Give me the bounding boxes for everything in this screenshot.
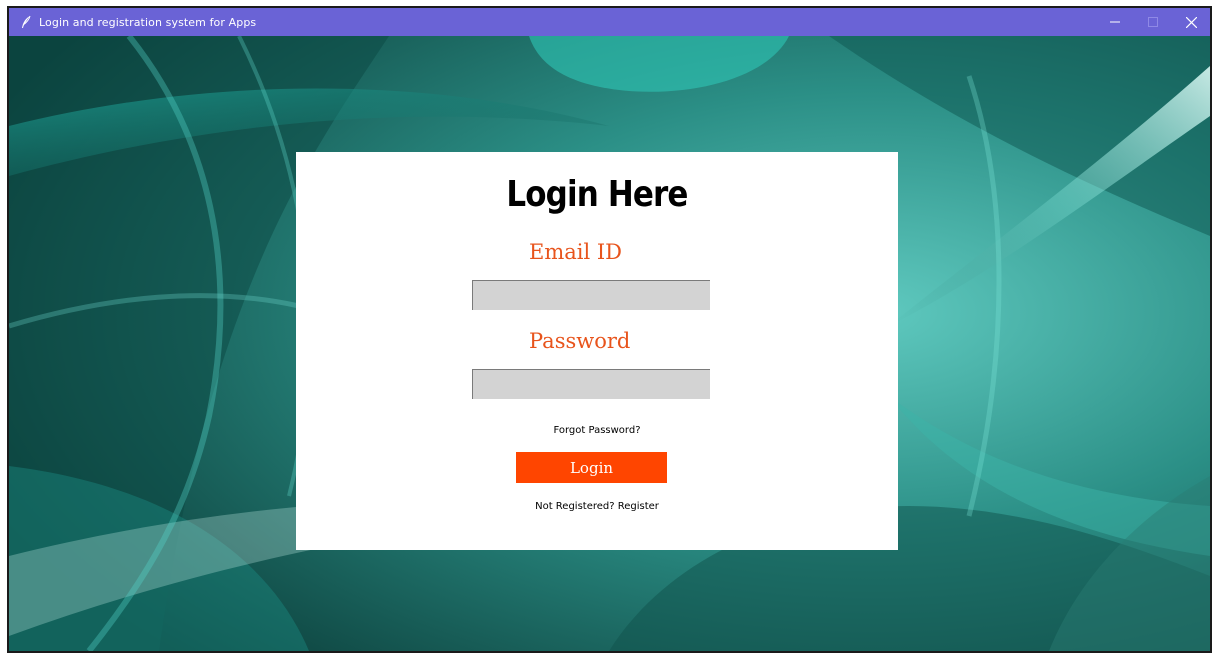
minimize-icon[interactable] (1096, 8, 1134, 36)
password-label: Password (529, 329, 631, 353)
title-bar[interactable]: Login and registration system for Apps (9, 8, 1210, 36)
password-field[interactable] (472, 369, 710, 399)
close-icon[interactable] (1172, 8, 1210, 36)
login-button[interactable]: Login (516, 452, 667, 483)
app-window: Login and registration system for Apps L… (7, 6, 1212, 653)
register-link[interactable]: Not Registered? Register (296, 501, 898, 512)
forgot-password-link[interactable]: Forgot Password? (296, 425, 898, 436)
login-screen: Login Here Email ID Password Forgot Pass… (9, 36, 1210, 651)
feather-icon (15, 8, 37, 36)
window-title: Login and registration system for Apps (39, 15, 257, 29)
email-label: Email ID (529, 240, 623, 264)
page-title: Login Here (506, 174, 688, 215)
email-field[interactable] (472, 280, 710, 310)
maximize-icon[interactable] (1134, 8, 1172, 36)
window-controls (1096, 8, 1210, 36)
login-card: Login Here Email ID Password Forgot Pass… (296, 152, 898, 550)
